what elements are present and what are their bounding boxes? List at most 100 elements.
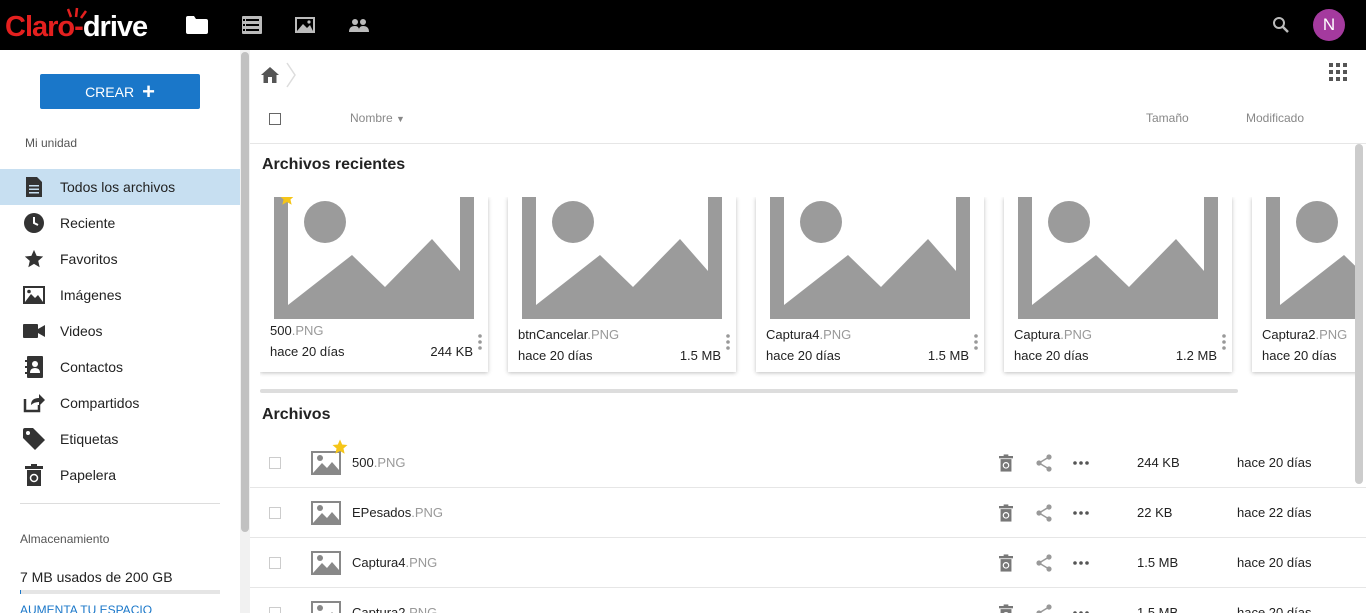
file-extension: .PNG (411, 505, 444, 520)
sidebar-item-images[interactable]: Imágenes (0, 277, 240, 313)
contacts-icon[interactable] (347, 13, 371, 37)
file-extension: .PNG (373, 455, 406, 470)
increase-storage-link[interactable]: AUMENTA TU ESPACIO (20, 603, 152, 613)
sidebar-item-favorites[interactable]: Favoritos (0, 241, 240, 277)
file-row[interactable]: 500.PNG 244 KB hace 20 días (250, 438, 1366, 488)
more-options-icon[interactable] (1071, 553, 1091, 573)
favorite-star-icon (331, 438, 349, 461)
delete-icon[interactable] (996, 553, 1016, 573)
create-button[interactable]: CREAR + (40, 74, 200, 109)
file-extension: .PNG (405, 555, 438, 570)
more-options-icon[interactable] (477, 333, 483, 351)
recent-file-card[interactable]: Captura2.PNG hace 20 días (1252, 197, 1358, 372)
file-base-name: EPesados (352, 505, 412, 520)
sidebar-item-shared[interactable]: Compartidos (0, 385, 240, 421)
contact-book-icon (22, 355, 46, 379)
row-checkbox[interactable] (269, 507, 281, 519)
sidebar-item-videos[interactable]: Videos (0, 313, 240, 349)
user-avatar[interactable]: N (1313, 9, 1345, 41)
row-checkbox[interactable] (269, 607, 281, 613)
more-options-icon[interactable] (973, 333, 979, 351)
sidebar-scrollbar-thumb[interactable] (241, 52, 249, 532)
delete-icon[interactable] (996, 603, 1016, 613)
file-base-name: Captura2 (352, 605, 406, 613)
file-base-name: btnCancelar (518, 327, 588, 342)
modified-column-header[interactable]: Modificado (1246, 111, 1304, 125)
image-thumbnail (1252, 197, 1358, 319)
file-name: Captura2.PNG (352, 605, 437, 613)
file-size: 244 KB (430, 344, 473, 359)
sidebar-item-label: Etiquetas (60, 431, 119, 447)
sidebar-nav: Todos los archivos Reciente Favoritos Im… (0, 169, 240, 493)
my-drive-label: Mi unidad (25, 136, 78, 150)
image-thumbnail (508, 197, 736, 319)
name-column-header[interactable]: Nombre ▼ (350, 111, 405, 125)
file-extension: .PNG (405, 605, 438, 613)
file-size: 22 KB (1137, 505, 1173, 520)
sidebar-item-all-files[interactable]: Todos los archivos (0, 169, 240, 205)
file-date: hace 20 días (766, 348, 841, 363)
main-content: Nombre ▼ Tamaño Modificado Archivos reci… (250, 50, 1366, 613)
photos-icon[interactable] (293, 13, 317, 37)
files-icon[interactable] (185, 13, 209, 37)
sidebar-item-contacts[interactable]: Contactos (0, 349, 240, 385)
top-bar: Claro-drive N (0, 0, 1366, 50)
sidebar-scrollbar[interactable] (240, 50, 250, 613)
file-date: hace 20 días (1237, 555, 1312, 570)
share-icon[interactable] (1034, 553, 1054, 573)
share-icon[interactable] (1034, 503, 1054, 523)
sidebar-item-recent[interactable]: Reciente (0, 205, 240, 241)
file-name: Captura.PNG (1014, 327, 1092, 342)
recent-file-card[interactable]: Captura4.PNG hace 20 días 1.5 MB (756, 197, 984, 372)
storage-progress-bar (20, 590, 220, 594)
size-column-header[interactable]: Tamaño (1146, 111, 1189, 125)
more-options-icon[interactable] (1071, 453, 1091, 473)
grid-view-icon[interactable] (1328, 62, 1352, 86)
file-extension: .PNG (1060, 327, 1093, 342)
more-options-icon[interactable] (1071, 503, 1091, 523)
main-vertical-scrollbar[interactable] (1355, 144, 1363, 484)
sidebar-item-label: Reciente (60, 215, 116, 231)
file-base-name: Captura2 (1262, 327, 1316, 342)
recent-horizontal-scrollbar[interactable] (260, 389, 1238, 393)
file-row[interactable]: Captura4.PNG 1.5 MB hace 20 días (250, 538, 1366, 588)
row-checkbox[interactable] (269, 557, 281, 569)
sidebar-item-tags[interactable]: Etiquetas (0, 421, 240, 457)
sidebar-item-label: Videos (60, 323, 103, 339)
more-options-icon[interactable] (725, 333, 731, 351)
sidebar-divider (20, 503, 220, 504)
recent-files-title: Archivos recientes (262, 156, 406, 173)
sidebar-item-trash[interactable]: Papelera (0, 457, 240, 493)
sidebar-item-label: Papelera (60, 467, 117, 483)
file-row[interactable]: EPesados.PNG 22 KB hace 22 días (250, 488, 1366, 538)
file-name: Captura4.PNG (352, 555, 437, 570)
image-file-icon (311, 501, 341, 525)
share-icon[interactable] (1034, 453, 1054, 473)
file-name: btnCancelar.PNG (518, 327, 619, 342)
file-date: hace 20 días (1237, 605, 1312, 613)
recent-file-card[interactable]: Captura.PNG hace 20 días 1.2 MB (1004, 197, 1232, 372)
file-date: hace 20 días (1262, 348, 1337, 363)
more-options-icon[interactable] (1221, 333, 1227, 351)
select-all-checkbox[interactable] (269, 113, 281, 125)
home-icon[interactable] (260, 66, 280, 84)
share-icon[interactable] (1034, 603, 1054, 613)
delete-icon[interactable] (996, 453, 1016, 473)
recent-file-card[interactable]: btnCancelar.PNG hace 20 días 1.5 MB (508, 197, 736, 372)
file-name: Captura4.PNG (766, 327, 851, 342)
video-icon (22, 319, 46, 343)
image-thumbnail (1004, 197, 1232, 319)
delete-icon[interactable] (996, 503, 1016, 523)
more-options-icon[interactable] (1071, 603, 1091, 613)
document-icon (22, 175, 46, 199)
recent-file-card[interactable]: 500.PNG hace 20 días 244 KB (260, 197, 488, 372)
sidebar-item-label: Todos los archivos (60, 179, 176, 195)
claro-drive-logo[interactable]: Claro-drive (5, 7, 148, 43)
row-checkbox[interactable] (269, 457, 281, 469)
search-icon[interactable] (1270, 14, 1292, 36)
list-icon[interactable] (240, 13, 264, 37)
file-row[interactable]: Captura2.PNG 1.5 MB hace 20 días (250, 588, 1366, 613)
file-base-name: Captura4 (766, 327, 820, 342)
star-icon (22, 247, 46, 271)
file-name: EPesados.PNG (352, 505, 443, 520)
